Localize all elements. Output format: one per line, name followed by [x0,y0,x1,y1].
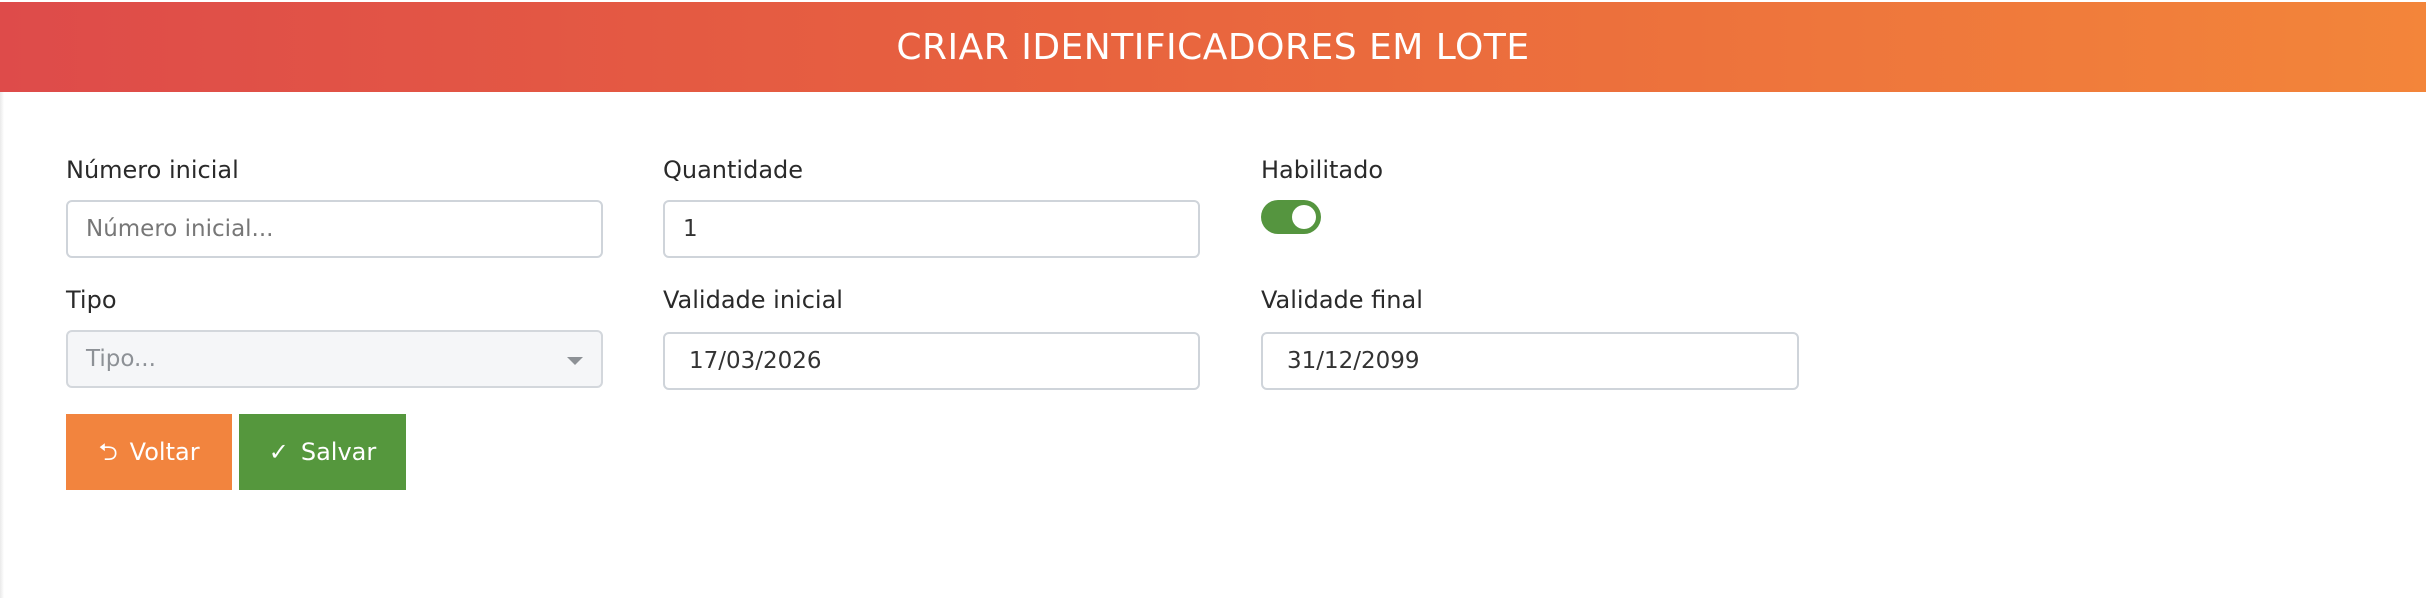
validade-inicial-label: Validade inicial [663,286,843,314]
habilitado-toggle[interactable] [1261,200,1321,234]
tipo-label: Tipo [66,286,117,314]
save-button-label: Salvar [300,438,377,466]
tipo-select[interactable]: Tipo... [66,330,603,388]
toggle-knob [1292,205,1316,229]
numero-inicial-label: Número inicial [66,156,239,184]
save-button[interactable]: ✓ Salvar [239,414,406,490]
page-title: CRIAR IDENTIFICADORES EM LOTE [896,26,1530,68]
return-arrow-icon: ⮌ [98,438,118,466]
validade-final-input[interactable] [1261,332,1799,390]
page: CRIAR IDENTIFICADORES EM LOTE Número ini… [0,0,2426,598]
check-icon: ✓ [268,438,289,466]
left-edge-shadow [0,92,4,598]
caret-down-icon [567,357,583,365]
validade-final-label: Validade final [1261,286,1423,314]
validade-inicial-input[interactable] [663,332,1200,390]
page-header: CRIAR IDENTIFICADORES EM LOTE [0,2,2426,92]
quantidade-input[interactable] [663,200,1200,258]
back-button-label: Voltar [129,438,200,466]
tipo-placeholder: Tipo... [86,346,156,372]
back-button[interactable]: ⮌ Voltar [66,414,232,490]
numero-inicial-input[interactable] [66,200,603,258]
habilitado-label: Habilitado [1261,156,1384,184]
quantidade-label: Quantidade [663,156,804,184]
